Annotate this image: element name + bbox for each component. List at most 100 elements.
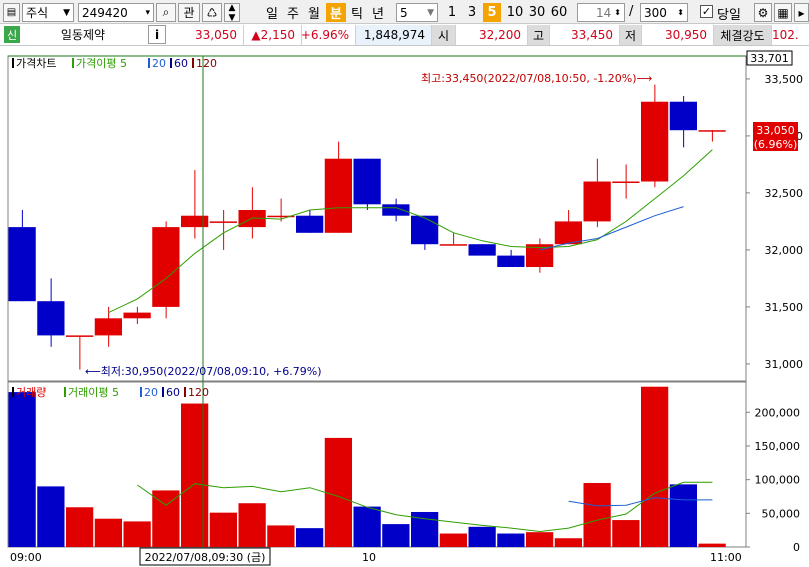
volume-bar-6: [181, 403, 209, 547]
volume-legend-marker: [12, 387, 14, 397]
candle-body-12: [353, 158, 381, 205]
volume-bar-11: [324, 437, 352, 547]
candle-body-21: [612, 181, 640, 184]
candle-body-7: [209, 221, 237, 223]
period-tab-3[interactable]: 분: [326, 3, 346, 22]
period-tab-2[interactable]: 월: [304, 3, 324, 22]
count-total-input[interactable]: 300 ⬍: [640, 3, 688, 22]
period-tab-5[interactable]: 년: [368, 3, 388, 22]
volume-legend-title: 거래량: [16, 386, 46, 399]
candle-body-6: [181, 215, 209, 228]
volume-legend-ma5: 거래이평 5: [68, 386, 119, 399]
candle-body-20: [583, 181, 611, 222]
candle-body-11: [324, 158, 352, 233]
watch-button[interactable]: 관: [178, 3, 200, 22]
grid-icon[interactable]: ▦: [774, 3, 792, 22]
stock-name: 일동제약: [60, 28, 106, 42]
info-button[interactable]: i: [148, 25, 166, 44]
interval-value: 5: [400, 5, 408, 20]
strength-value: 102.: [772, 28, 799, 42]
volume-bar-1: [37, 486, 65, 547]
high-price: 33,450: [550, 25, 620, 45]
credit-badge: 신: [4, 26, 20, 43]
volume-bar-16: [468, 526, 496, 547]
change-percent: +6.96%: [301, 25, 356, 45]
volume-bar-12: [353, 506, 381, 547]
price-legend-ma60: 60: [174, 57, 188, 70]
minute-button-30[interactable]: 30: [527, 3, 547, 22]
code-input[interactable]: 249420 ▾: [78, 3, 154, 22]
volume-bar-9: [267, 525, 295, 547]
x-tick-label-0: 09:00: [10, 551, 42, 564]
candle-body-1: [37, 301, 65, 336]
volume-bar-22: [641, 386, 669, 547]
price-legend-ma-marker: [72, 58, 74, 68]
volume-bar-15: [439, 533, 467, 547]
high-annotation: 최고:33,450(2022/07/08,10:50, -1.20%)⟶: [421, 72, 653, 85]
chevron-down-icon: ▼: [63, 7, 70, 18]
market-select[interactable]: 주식 ▼: [22, 3, 74, 22]
volume-tick-label-2: 100,000: [755, 474, 801, 487]
volume-bar-13: [382, 524, 410, 547]
count-value: 14: [596, 5, 612, 20]
settings-icon[interactable]: ⚙: [754, 3, 772, 22]
price-tick-label-0: 31,000: [765, 358, 804, 371]
chart-area[interactable]: 31,00031,50032,00032,50033,00033,500050,…: [0, 46, 809, 567]
today-checkbox[interactable]: ✓: [700, 5, 713, 18]
toolbar: ▤ 주식 ▼ 249420 ▾ ⌕ 관 ♺ ▲ ▼ 일주월분틱년 5 ▼ 1 3 5 10 30…: [0, 0, 809, 24]
refresh-icon[interactable]: ♺: [202, 3, 222, 22]
candle-body-22: [641, 101, 669, 182]
count-input[interactable]: 14 ⬍: [577, 3, 625, 22]
volume-legend-ma60-marker: [162, 387, 164, 397]
cursor-time-label: 2022/07/08,09:30 (금): [145, 551, 266, 564]
code-value: 249420: [82, 5, 128, 20]
minute-button-1[interactable]: 1: [443, 3, 461, 22]
volume-bar-17: [497, 533, 525, 547]
x-tick-label-1: 10: [362, 551, 376, 564]
search-icon[interactable]: ⌕: [156, 3, 176, 22]
price-tick-label-3: 32,500: [765, 187, 804, 200]
price-legend-marker: [12, 58, 14, 68]
quote-bar: 신 일동제약 i 33,050 ▲2,150 +6.96% 1,848,974 …: [0, 24, 809, 46]
price-change: ▲2,150: [244, 25, 302, 45]
high-label: 고: [528, 25, 550, 45]
last-price-percent: (6.96%): [754, 138, 798, 151]
volume-bar-10: [296, 528, 324, 547]
period-tab-0[interactable]: 일: [262, 3, 282, 22]
market-value: 주식: [26, 6, 49, 20]
current-price: 33,050: [170, 25, 244, 45]
minute-button-5[interactable]: 5: [483, 3, 501, 22]
last-price-label: 33,050: [756, 124, 795, 137]
candle-body-10: [296, 215, 324, 233]
x-tick-label-2: 11:00: [710, 551, 742, 564]
interval-select[interactable]: 5 ▼: [396, 3, 438, 22]
volume-legend-ma120: 120: [188, 386, 209, 399]
volume-bar-4: [123, 521, 151, 547]
volume-bar-3: [94, 518, 122, 547]
period-tab-4[interactable]: 틱: [347, 3, 367, 22]
open-label: 시: [432, 25, 456, 45]
volume-tick-label-0: 0: [793, 541, 800, 554]
volume-legend-ma-marker: [64, 387, 66, 397]
low-price: 30,950: [642, 25, 714, 45]
more-icon[interactable]: ▸: [794, 3, 809, 22]
price-legend-ma20: 20: [152, 57, 166, 70]
cursor-price-label: 33,701: [750, 52, 789, 65]
minute-button-60[interactable]: 60: [549, 3, 569, 22]
volume-bar-19: [554, 538, 582, 547]
volume-legend-ma20-marker: [140, 387, 142, 397]
volume-bar-21: [612, 520, 640, 547]
stepper-icon[interactable]: ▲ ▼: [224, 3, 240, 23]
candle-body-15: [439, 244, 467, 246]
price-legend-ma5: 가격이평 5: [76, 57, 127, 70]
candle-body-24: [698, 130, 726, 132]
minute-button-3[interactable]: 3: [463, 3, 481, 22]
candle-body-3: [94, 318, 122, 336]
minute-button-10[interactable]: 10: [505, 3, 525, 22]
price-legend-ma60-marker: [170, 58, 172, 68]
volume-tick-label-3: 150,000: [755, 440, 801, 453]
candle-body-19: [554, 221, 582, 245]
period-tab-1[interactable]: 주: [283, 3, 303, 22]
menu-icon[interactable]: ▤: [3, 3, 20, 22]
count-separator: /: [629, 4, 634, 19]
